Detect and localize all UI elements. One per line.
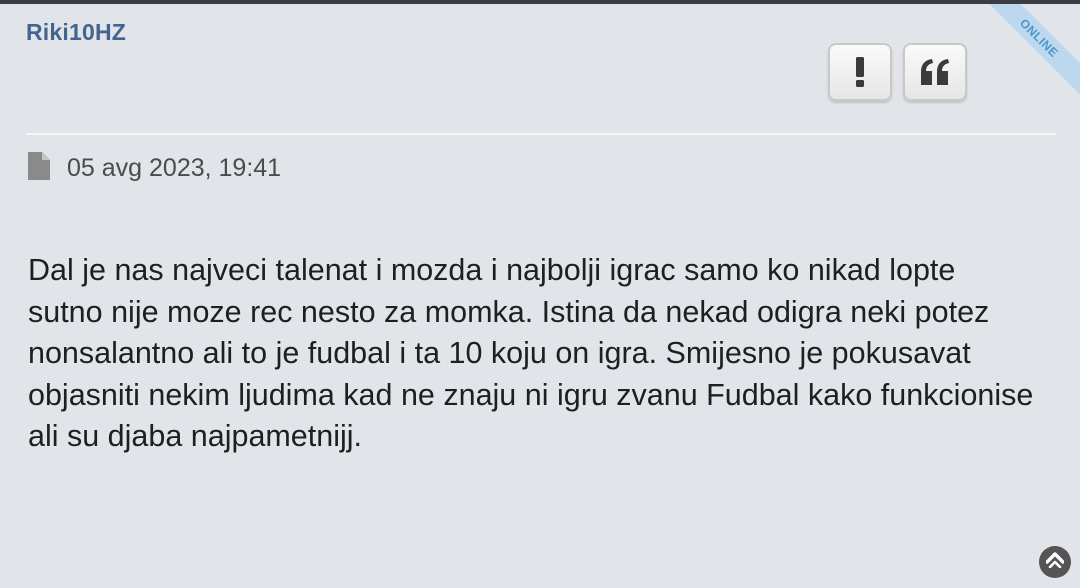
post-divider: [26, 133, 1056, 135]
quote-icon: [919, 59, 951, 85]
chevron-up-circle-icon: [1045, 551, 1065, 573]
post-body: Dal je nas najveci talenat i mozda i naj…: [28, 253, 1034, 453]
report-button[interactable]: [828, 43, 892, 101]
post-author[interactable]: Riki10HZ: [26, 19, 126, 46]
quote-button[interactable]: [903, 43, 967, 101]
post-date: 05 avg 2023, 19:41: [67, 154, 282, 182]
top-bar: [0, 0, 1080, 4]
online-ribbon: ONLINE: [970, 4, 1080, 114]
online-ribbon-label: ONLINE: [971, 4, 1080, 106]
document-icon[interactable]: [28, 152, 50, 185]
scroll-top-button[interactable]: [1039, 546, 1071, 578]
exclamation-icon: [854, 57, 866, 87]
post-meta: 05 avg 2023, 19:41: [28, 152, 281, 185]
